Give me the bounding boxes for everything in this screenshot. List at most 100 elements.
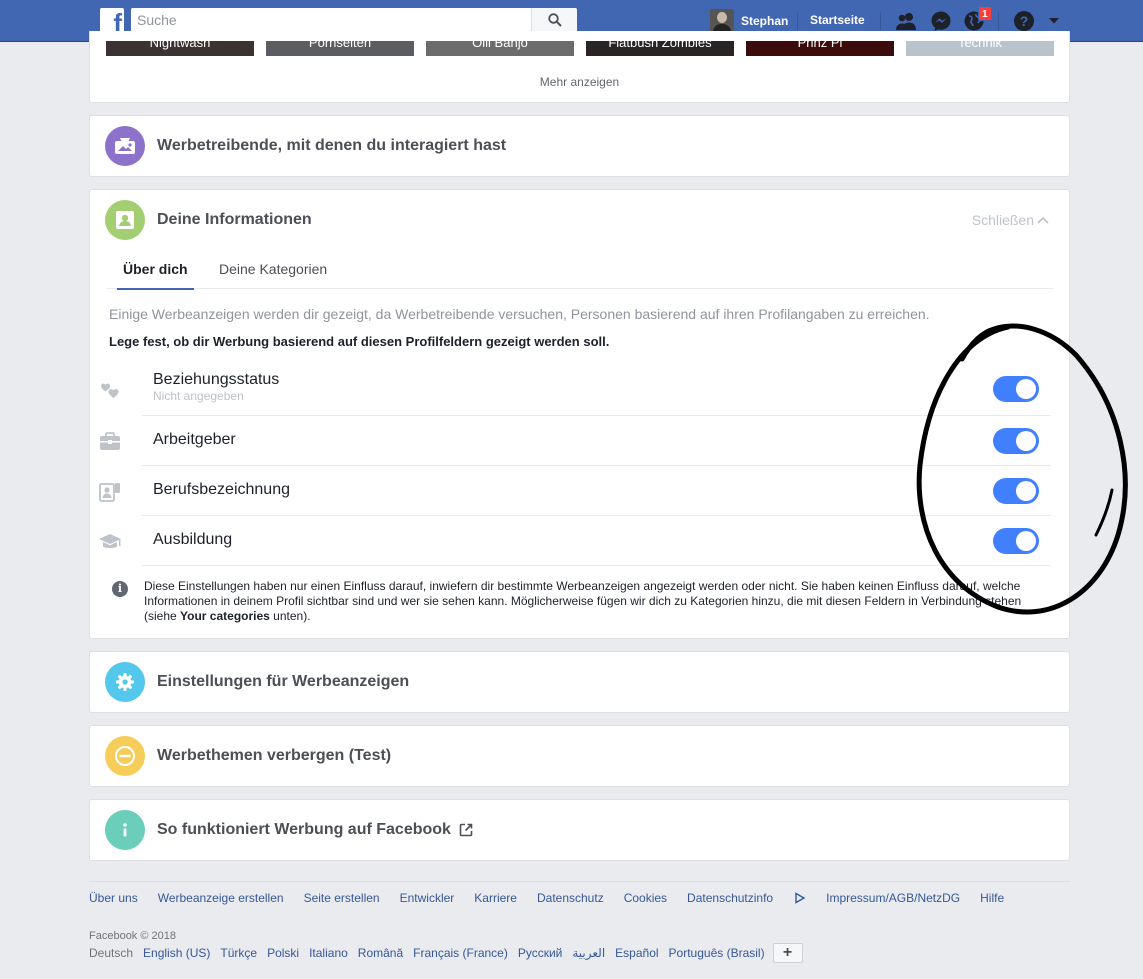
id-badge-icon [99, 483, 120, 502]
footer-link-create-ad[interactable]: Werbeanzeige erstellen [158, 891, 284, 905]
nav-divider [880, 12, 881, 30]
footer-links: Über uns Werbeanzeige erstellen Seite er… [89, 891, 1024, 905]
messenger-icon[interactable] [929, 9, 953, 33]
relationship-status-toggle[interactable] [993, 376, 1039, 402]
adchoices-icon [795, 892, 806, 904]
ad-settings-title: Einstellungen für Werbeanzeigen [157, 673, 410, 690]
search-input[interactable] [131, 8, 531, 32]
language-link[interactable]: Italiano [309, 946, 348, 960]
language-link[interactable]: English (US) [143, 946, 210, 960]
your-information-section: Deine Informationen Schließen Über dich … [89, 189, 1070, 639]
info-tabs: Über dich Deine Kategorien [107, 250, 1053, 290]
gear-icon [116, 673, 134, 691]
ad-settings-section[interactable]: Einstellungen für Werbeanzeigen [89, 651, 1070, 713]
avatar [710, 9, 734, 33]
education-toggle[interactable] [993, 528, 1039, 554]
language-link[interactable]: Español [615, 946, 658, 960]
chevron-up-icon [1037, 216, 1049, 224]
section-header: Werbetreibende, mit denen du interagiert… [105, 126, 506, 166]
interest-thumb[interactable]: Technik [906, 41, 1054, 56]
how-ads-work-title: So funktioniert Werbung auf Facebook [157, 821, 474, 839]
minus-circle-icon [115, 746, 135, 766]
external-link-icon[interactable] [458, 822, 474, 838]
interest-thumbnails: Nightwash Pornseiten Olli Banjo Flatbush… [106, 41, 1056, 56]
more-languages-button[interactable]: + [772, 943, 803, 963]
interest-thumb[interactable]: Flatbush Zombies [586, 41, 734, 56]
svg-text:?: ? [1020, 13, 1029, 29]
profile-field-row: Berufsbezeichnung [99, 466, 1051, 516]
language-link[interactable]: Türkçe [220, 946, 257, 960]
hide-topics-circle [105, 736, 145, 776]
search-icon [547, 13, 562, 27]
close-section-link[interactable]: Schließen [972, 212, 1049, 228]
footer-link-developers[interactable]: Entwickler [400, 891, 455, 905]
profile-field-row: Beziehungsstatus Nicht angegeben [101, 366, 1051, 416]
profile-card-icon [116, 211, 134, 229]
intro-text: Einige Werbeanzeigen werden dir gezeigt,… [109, 306, 930, 322]
language-link[interactable]: Русский [518, 946, 563, 960]
interest-thumb[interactable]: Pornseiten [266, 41, 414, 56]
footer-link-help[interactable]: Hilfe [980, 891, 1004, 905]
home-link[interactable]: Startseite [810, 13, 865, 27]
close-label: Schließen [971, 212, 1034, 228]
briefcase-icon [100, 432, 120, 450]
footer-link-privacy[interactable]: Datenschutz [537, 891, 604, 905]
profile-field-row: Ausbildung [99, 516, 1051, 566]
ad-image-icon [115, 138, 135, 154]
employer-toggle[interactable] [993, 428, 1039, 454]
language-link[interactable]: Română [358, 946, 403, 960]
friend-requests-icon[interactable] [894, 9, 918, 33]
profile-link[interactable]: Stephan [710, 9, 788, 33]
language-link[interactable]: Français (France) [413, 946, 508, 960]
tab-about-you[interactable]: Über dich [117, 261, 194, 290]
search-button[interactable] [531, 8, 577, 32]
advertisers-section[interactable]: Werbetreibende, mit denen du interagiert… [89, 115, 1070, 177]
how-ads-work-label: So funktioniert Werbung auf Facebook [157, 821, 451, 838]
footer-link-about[interactable]: Über uns [89, 891, 138, 905]
hide-topics-title: Werbethemen verbergen (Test) [157, 747, 392, 764]
job-title-toggle[interactable] [993, 478, 1039, 504]
field-label: Ausbildung [153, 531, 233, 548]
help-icon[interactable]: ? [1012, 9, 1036, 33]
settings-note: Diese Einstellungen haben nur einen Einf… [144, 579, 1039, 624]
language-link[interactable]: العربية [572, 946, 605, 960]
field-label: Beziehungsstatus [153, 371, 280, 388]
footer-link-careers[interactable]: Karriere [474, 891, 517, 905]
interest-thumb[interactable]: Nightwash [106, 41, 254, 56]
hide-ad-topics-section[interactable]: Werbethemen verbergen (Test) [89, 725, 1070, 787]
footer-divider [89, 881, 1070, 882]
notification-badge: 1 [978, 6, 992, 21]
section-header: Werbethemen verbergen (Test) [105, 736, 391, 776]
search-box [131, 8, 577, 32]
account-menu-chevron-down-icon[interactable] [1042, 9, 1066, 33]
your-info-title: Deine Informationen [157, 211, 312, 228]
your-info-circle [105, 200, 145, 240]
footer-link-cookies[interactable]: Cookies [624, 891, 667, 905]
show-more-link[interactable]: Mehr anzeigen [90, 75, 1069, 89]
section-header[interactable]: Deine Informationen [105, 200, 312, 240]
footer-link-imprint[interactable]: Impressum/AGB/NetzDG [826, 891, 960, 905]
how-ads-work-circle [105, 810, 145, 850]
footer-link-create-page[interactable]: Seite erstellen [304, 891, 380, 905]
tab-your-categories[interactable]: Deine Kategorien [219, 261, 327, 277]
user-name: Stephan [741, 14, 789, 28]
language-link[interactable]: Polski [267, 946, 299, 960]
advertisers-title: Werbetreibende, mit denen du interagiert… [157, 137, 507, 154]
info-icon: i [112, 581, 128, 597]
your-categories-link[interactable]: Your categories [180, 609, 270, 623]
interest-thumb-label: Pornseiten [308, 41, 372, 50]
language-link[interactable]: Português (Brasil) [669, 946, 765, 960]
interest-thumb[interactable]: Olli Banjo [426, 41, 574, 56]
field-label: Arbeitgeber [153, 431, 236, 448]
interest-thumb[interactable]: Prinz Pi [746, 41, 894, 56]
facebook-logo-icon[interactable]: f [100, 8, 124, 32]
nav-divider [998, 12, 999, 30]
footer-link-adchoices-label: Datenschutzinfo [687, 891, 774, 905]
intro-instruction: Lege fest, ob dir Werbung basierend auf … [109, 334, 610, 349]
footer-link-adchoices[interactable]: Datenschutzinfo [687, 891, 806, 905]
field-value: Nicht angegeben [153, 389, 244, 403]
section-header: So funktioniert Werbung auf Facebook [105, 810, 474, 850]
interest-thumb-label: Olli Banjo [472, 41, 528, 50]
ad-settings-circle [105, 662, 145, 702]
how-ads-work-section[interactable]: So funktioniert Werbung auf Facebook [89, 799, 1070, 861]
